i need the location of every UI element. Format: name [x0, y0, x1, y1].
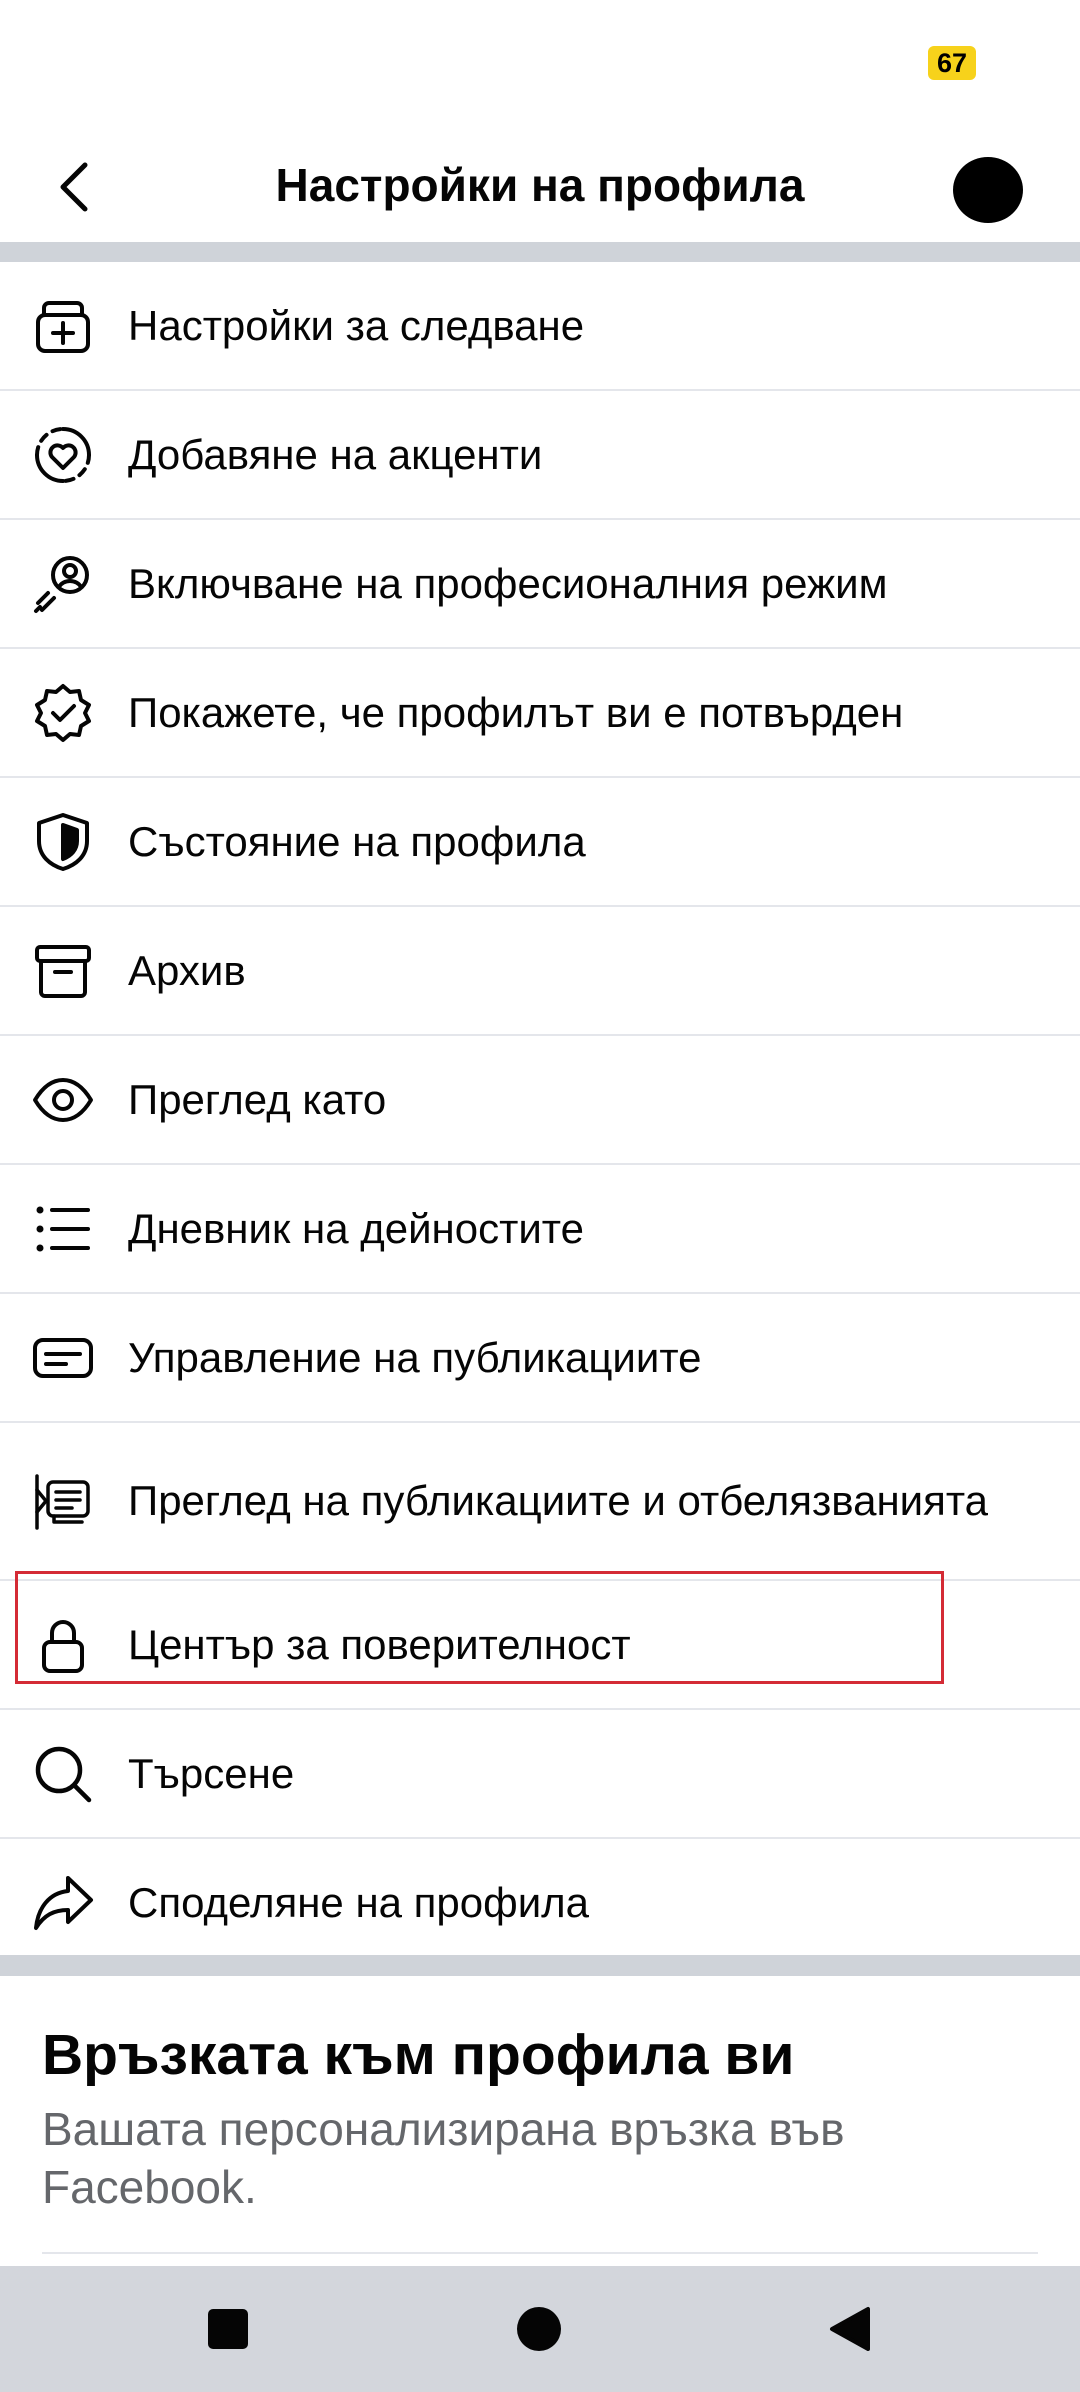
- lock-icon: [30, 1612, 96, 1678]
- profile-link-title: Връзката към профила ви: [42, 2023, 795, 2087]
- menu-item-label: Търсене: [128, 1749, 295, 1797]
- menu-item-show-verified[interactable]: Покажете, че профилът ви е потвърден: [0, 649, 1080, 778]
- menu-item-add-highlights[interactable]: Добавяне на акценти: [0, 391, 1080, 520]
- verified-badge-icon: [30, 680, 96, 746]
- menu-item-label: Добавяне на акценти: [128, 430, 543, 478]
- menu-item-label: Състояние на профила: [128, 817, 586, 865]
- menu-item-archive[interactable]: Архив: [0, 907, 1080, 1036]
- search-icon: [30, 1741, 96, 1807]
- menu-item-profile-status[interactable]: Състояние на профила: [0, 778, 1080, 907]
- system-nav-bar: [0, 2266, 1080, 2392]
- list-icon: [30, 1196, 96, 1262]
- back-nav-button[interactable]: [815, 2294, 885, 2364]
- manage-posts-icon: [30, 1325, 96, 1391]
- page-title: Настройки на профила: [275, 159, 805, 211]
- menu-item-search[interactable]: Търсене: [0, 1710, 1080, 1839]
- menu-item-label: Преглед на публикациите и отбелязванията: [128, 1477, 988, 1524]
- menu-item-review-posts-tags[interactable]: Преглед на публикациите и отбелязванията: [0, 1423, 1080, 1581]
- menu-item-view-as[interactable]: Преглед като: [0, 1036, 1080, 1165]
- follow-settings-icon: [30, 293, 96, 359]
- divider: [42, 2252, 1038, 2254]
- menu-item-label: Управление на публикациите: [128, 1333, 702, 1381]
- menu-item-label: Архив: [128, 946, 246, 994]
- shield-icon: [30, 809, 96, 875]
- archive-icon: [30, 938, 96, 1004]
- section-divider: [0, 1955, 1080, 1976]
- circle-icon: [517, 2307, 561, 2351]
- home-button[interactable]: [504, 2294, 574, 2364]
- recent-apps-button[interactable]: [193, 2294, 263, 2364]
- menu-item-privacy-center[interactable]: Център за поверителност: [0, 1581, 1080, 1710]
- menu-item-label: Преглед като: [128, 1075, 387, 1123]
- menu-item-professional-mode[interactable]: Включване на професионалния режим: [0, 520, 1080, 649]
- share-icon: [30, 1870, 96, 1936]
- status-bar: 67: [0, 0, 1080, 130]
- profile-link-description: Вашата персонализирана връзка във Facebo…: [42, 2103, 845, 2213]
- menu-item-label: Настройки за следване: [128, 301, 585, 349]
- eye-icon: [30, 1067, 96, 1133]
- app-header: Настройки на профила: [0, 130, 1080, 242]
- avatar[interactable]: [953, 157, 1023, 223]
- menu-item-label: Включване на професионалния режим: [128, 559, 888, 607]
- menu-item-activity-log[interactable]: Дневник на дейностите: [0, 1165, 1080, 1294]
- menu-item-share-profile[interactable]: Споделяне на профила: [0, 1839, 1080, 1968]
- profile-settings-menu: Настройки за следване Добавяне на акцент…: [0, 262, 1080, 1968]
- battery-level-badge: 67: [928, 46, 976, 80]
- triangle-back-icon: [830, 2307, 870, 2351]
- profile-link-section: Връзката към профила ви Вашата персонали…: [0, 1976, 1080, 2266]
- menu-item-label: Покажете, че профилът ви е потвърден: [128, 688, 904, 736]
- menu-item-manage-posts[interactable]: Управление на публикациите: [0, 1294, 1080, 1423]
- menu-item-label: Дневник на дейностите: [128, 1204, 584, 1252]
- menu-item-follow-settings[interactable]: Настройки за следване: [0, 262, 1080, 391]
- menu-item-label: Център за поверителност: [128, 1620, 631, 1668]
- professional-mode-icon: [30, 551, 96, 617]
- square-icon: [208, 2309, 248, 2349]
- highlight-heart-icon: [30, 422, 96, 488]
- review-posts-icon: [30, 1468, 96, 1534]
- section-divider: [0, 242, 1080, 262]
- menu-item-label: Споделяне на профила: [128, 1878, 590, 1926]
